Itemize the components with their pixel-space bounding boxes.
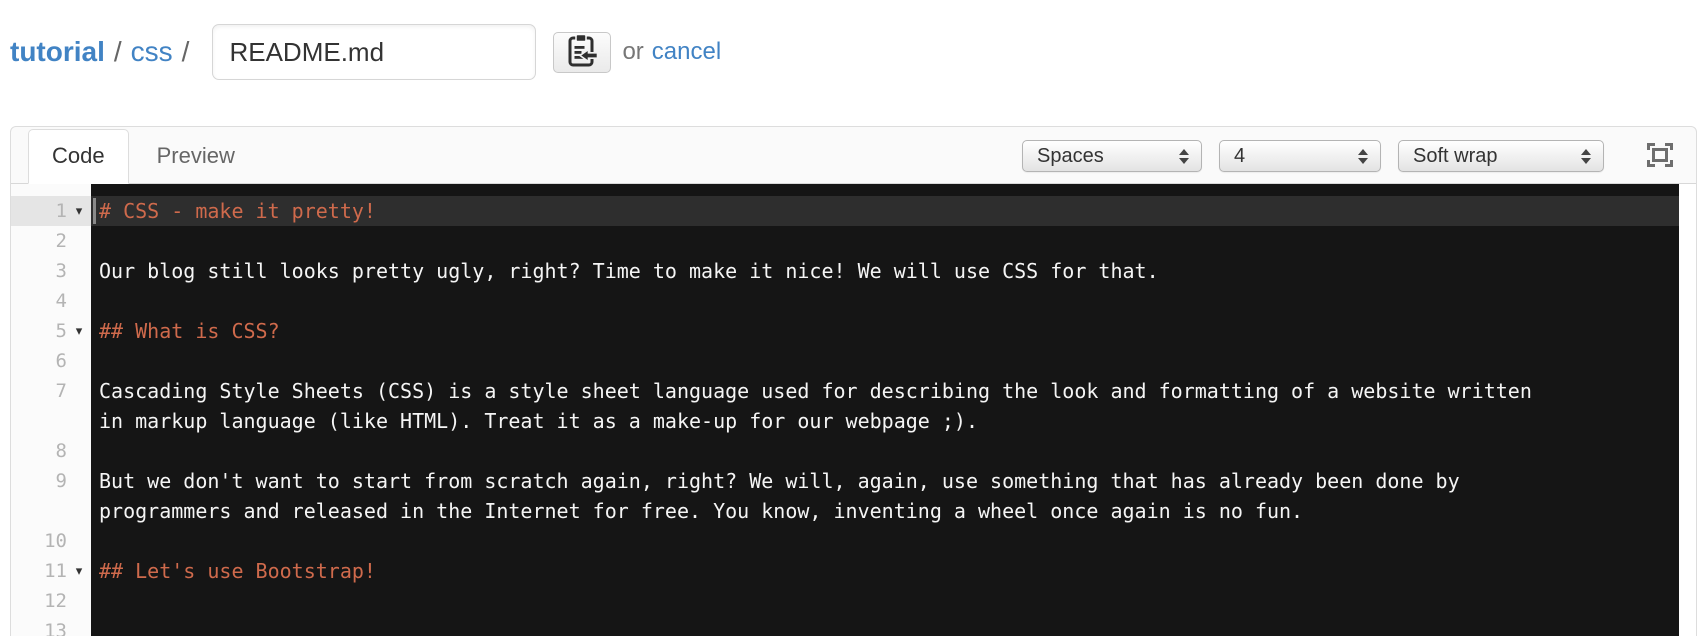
file-editor-panel: Code Preview Spaces 4 Soft wrap 1 ▾ # CS… bbox=[10, 126, 1697, 636]
line-text bbox=[91, 526, 1679, 556]
line-gutter-cell: 13 bbox=[11, 616, 91, 636]
fullscreen-button[interactable] bbox=[1646, 142, 1674, 171]
line-number: 13 bbox=[44, 620, 67, 636]
copy-path-button[interactable] bbox=[553, 31, 612, 73]
line-gutter-cell: 8 bbox=[11, 436, 91, 466]
line-code-cell[interactable] bbox=[91, 436, 1679, 466]
line-text bbox=[91, 586, 1679, 616]
breadcrumb-separator: / bbox=[181, 36, 190, 67]
code-line-row[interactable]: 2 bbox=[11, 226, 1696, 256]
line-code-cell[interactable]: But we don't want to start from scratch … bbox=[91, 466, 1679, 526]
select-stepper-icon bbox=[1179, 148, 1189, 164]
code-line-row[interactable]: 11 ▾ ## Let's use Bootstrap! bbox=[11, 556, 1696, 586]
or-text: or bbox=[622, 38, 644, 65]
line-number: 7 bbox=[55, 380, 67, 402]
line-code-cell[interactable] bbox=[91, 346, 1679, 376]
code-line-row[interactable]: 8 bbox=[11, 436, 1696, 466]
line-number: 3 bbox=[55, 260, 67, 282]
line-text: Cascading Style Sheets (CSS) is a style … bbox=[99, 379, 1544, 433]
line-number: 1 bbox=[55, 200, 67, 222]
line-gutter-cell: 4 bbox=[11, 286, 91, 316]
line-number: 12 bbox=[44, 590, 67, 612]
editor-tab-bar: Code Preview Spaces 4 Soft wrap bbox=[11, 127, 1696, 184]
indent-mode-select[interactable]: Spaces bbox=[1022, 140, 1202, 172]
fold-arrow-icon[interactable]: ▾ bbox=[67, 196, 91, 226]
editor-toolbar: Spaces 4 Soft wrap bbox=[1005, 140, 1674, 172]
line-code-cell[interactable] bbox=[91, 226, 1679, 256]
editor-lines: 1 ▾ # CSS - make it pretty! 2 3 Our blog… bbox=[11, 184, 1696, 636]
text-cursor bbox=[93, 198, 96, 224]
tab-preview[interactable]: Preview bbox=[134, 130, 258, 183]
line-number: 5 bbox=[55, 320, 67, 342]
line-gutter-cell: 6 bbox=[11, 346, 91, 376]
line-text: Our blog still looks pretty ugly, right?… bbox=[99, 259, 1159, 283]
line-number: 10 bbox=[44, 530, 67, 552]
line-gutter-cell: 7 bbox=[11, 376, 91, 436]
line-text bbox=[91, 346, 1679, 376]
line-number: 2 bbox=[55, 230, 67, 252]
line-code-cell[interactable] bbox=[91, 616, 1679, 636]
code-line-row[interactable]: 1 ▾ # CSS - make it pretty! bbox=[11, 196, 1696, 226]
line-text: ## What is CSS? bbox=[99, 319, 280, 343]
code-line-row[interactable]: 12 bbox=[11, 586, 1696, 616]
code-line-row[interactable]: 3 Our blog still looks pretty ugly, righ… bbox=[11, 256, 1696, 286]
line-code-cell[interactable]: # CSS - make it pretty! bbox=[91, 196, 1679, 226]
line-code-cell[interactable] bbox=[91, 286, 1679, 316]
select-stepper-icon bbox=[1581, 148, 1591, 164]
line-code-cell[interactable]: Our blog still looks pretty ugly, right?… bbox=[91, 256, 1679, 286]
line-text bbox=[91, 436, 1679, 466]
line-gutter-cell: 2 bbox=[11, 226, 91, 256]
filename-input[interactable] bbox=[212, 24, 537, 80]
code-editor[interactable]: 1 ▾ # CSS - make it pretty! 2 3 Our blog… bbox=[11, 184, 1696, 636]
tab-code[interactable]: Code bbox=[28, 129, 129, 184]
code-line-row[interactable]: 5 ▾ ## What is CSS? bbox=[11, 316, 1696, 346]
line-code-cell[interactable]: Cascading Style Sheets (CSS) is a style … bbox=[91, 376, 1679, 436]
file-path-header: tutorial / css / or cancel bbox=[10, 22, 1696, 82]
line-number: 11 bbox=[44, 560, 67, 582]
code-line-row[interactable]: 7 Cascading Style Sheets (CSS) is a styl… bbox=[11, 376, 1696, 436]
code-line-row[interactable]: 6 bbox=[11, 346, 1696, 376]
line-code-cell[interactable] bbox=[91, 586, 1679, 616]
select-stepper-icon bbox=[1358, 148, 1368, 164]
line-text: # CSS - make it pretty! bbox=[99, 199, 376, 223]
line-gutter-cell: 11 ▾ bbox=[11, 556, 91, 586]
line-code-cell[interactable] bbox=[91, 526, 1679, 556]
line-text bbox=[91, 226, 1679, 256]
line-text: But we don't want to start from scratch … bbox=[99, 469, 1472, 523]
line-number: 9 bbox=[55, 470, 67, 492]
indent-width-select[interactable]: 4 bbox=[1219, 140, 1381, 172]
screen-full-icon bbox=[1646, 142, 1674, 171]
line-number: 6 bbox=[55, 350, 67, 372]
line-gutter-cell: 5 ▾ bbox=[11, 316, 91, 346]
fold-arrow-icon[interactable]: ▾ bbox=[67, 316, 91, 346]
fold-arrow-icon[interactable]: ▾ bbox=[67, 556, 91, 586]
code-line-row[interactable]: 13 bbox=[11, 616, 1696, 636]
line-gutter-cell: 10 bbox=[11, 526, 91, 556]
cancel-link[interactable]: cancel bbox=[652, 38, 721, 66]
line-gutter-cell: 9 bbox=[11, 466, 91, 526]
line-gutter-cell: 12 bbox=[11, 586, 91, 616]
code-line-row[interactable]: 10 bbox=[11, 526, 1696, 556]
clipboard-arrow-icon bbox=[567, 33, 599, 71]
code-line-row[interactable]: 4 bbox=[11, 286, 1696, 316]
breadcrumb-folder-link[interactable]: css bbox=[131, 36, 173, 68]
line-text: ## Let's use Bootstrap! bbox=[99, 559, 376, 583]
line-gutter-cell: 3 bbox=[11, 256, 91, 286]
line-text bbox=[91, 286, 1679, 316]
line-number: 8 bbox=[55, 440, 67, 462]
wrap-mode-select[interactable]: Soft wrap bbox=[1398, 140, 1604, 172]
breadcrumb-separator: / bbox=[113, 36, 122, 67]
breadcrumb-repo-link[interactable]: tutorial bbox=[10, 36, 105, 68]
line-text bbox=[91, 616, 1679, 636]
line-gutter-cell: 1 ▾ bbox=[11, 196, 91, 226]
line-number: 4 bbox=[55, 290, 67, 312]
line-code-cell[interactable]: ## Let's use Bootstrap! bbox=[91, 556, 1679, 586]
line-code-cell[interactable]: ## What is CSS? bbox=[91, 316, 1679, 346]
code-line-row[interactable]: 9 But we don't want to start from scratc… bbox=[11, 466, 1696, 526]
